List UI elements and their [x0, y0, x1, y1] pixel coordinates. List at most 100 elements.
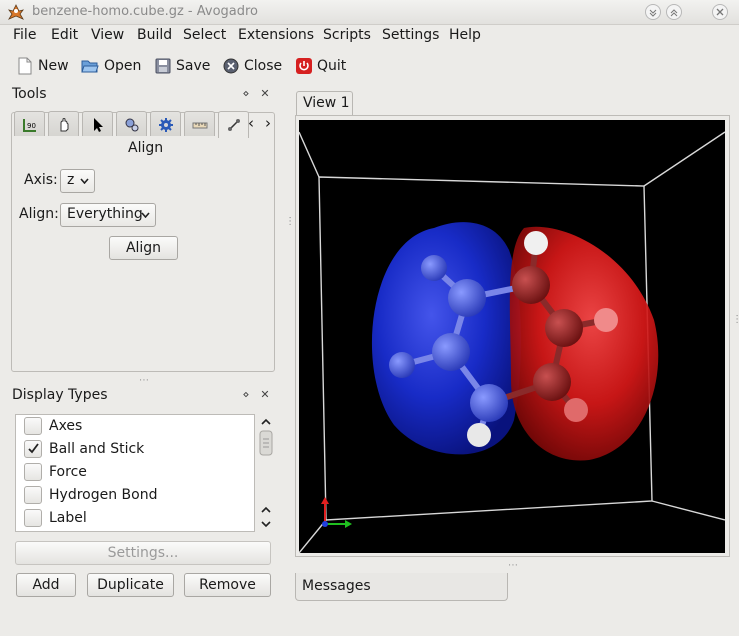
new-button[interactable]: New: [17, 54, 69, 78]
bond-centric-manipulate-icon: 90: [23, 119, 36, 132]
duplicate-button[interactable]: Duplicate: [87, 573, 174, 597]
display-dock-float-button[interactable]: ⋄: [240, 389, 252, 401]
list-item[interactable]: Axes: [24, 415, 82, 437]
menu-view[interactable]: View: [89, 27, 126, 43]
tab-bond-centric-manipulate[interactable]: 90: [14, 111, 45, 136]
axes-gizmo: [321, 497, 352, 528]
checkbox-force[interactable]: [24, 463, 42, 481]
svg-text:90: 90: [27, 122, 36, 130]
remove-button[interactable]: Remove: [184, 573, 271, 597]
close-label: Close: [244, 58, 283, 74]
ruler-icon: [192, 122, 208, 129]
title-bar: benzene-homo.cube.gz - Avogadro: [0, 0, 739, 25]
close-button[interactable]: Close: [223, 54, 282, 78]
menu-select[interactable]: Select: [181, 27, 228, 43]
display-types-dock-title: Display Types: [12, 387, 108, 403]
tab-messages[interactable]: Messages: [295, 573, 508, 601]
tab-auto-optimize[interactable]: [116, 111, 147, 136]
tab-scroll-left-icon[interactable]: ‹: [248, 114, 254, 132]
tab-navigate[interactable]: [82, 111, 113, 136]
axis-select[interactable]: z: [60, 169, 95, 193]
view-splitter[interactable]: ⋯: [284, 216, 295, 226]
menu-edit[interactable]: Edit: [49, 27, 80, 43]
list-item-label: Label: [49, 510, 87, 526]
chevron-down-icon: [141, 212, 150, 218]
manipulate-icon: [60, 118, 69, 132]
new-document-icon: [18, 57, 32, 75]
new-label: New: [38, 58, 69, 74]
dock-close-button[interactable]: ✕: [259, 88, 271, 100]
align-label: Align:: [19, 206, 59, 222]
minimize-button[interactable]: [645, 4, 661, 20]
list-item[interactable]: Force: [24, 461, 87, 483]
chevron-down-icon: [649, 9, 657, 17]
power-icon: [296, 58, 312, 74]
tab-align[interactable]: [218, 111, 249, 138]
chevron-up-icon: [670, 9, 678, 17]
open-button[interactable]: Open: [81, 54, 141, 78]
messages-tab-label: Messages: [302, 578, 371, 594]
save-label: Save: [176, 58, 211, 74]
menu-extensions[interactable]: Extensions: [236, 27, 316, 43]
align-select[interactable]: Everything: [60, 203, 156, 227]
view-tab-label: View 1: [303, 95, 350, 111]
checkbox-axes[interactable]: [24, 417, 42, 435]
open-label: Open: [104, 58, 142, 74]
list-item[interactable]: Ball and Stick: [24, 438, 144, 460]
checkbox-hydrogen-bond[interactable]: [24, 486, 42, 504]
dock-float-button[interactable]: ⋄: [240, 88, 252, 100]
menu-settings[interactable]: Settings: [380, 27, 441, 43]
settings-button[interactable]: Settings...: [15, 541, 271, 565]
menu-help[interactable]: Help: [447, 27, 483, 43]
close-window-button[interactable]: [712, 4, 728, 20]
close-icon: [716, 8, 724, 16]
right-splitter[interactable]: ⋯: [731, 314, 739, 324]
add-button[interactable]: Add: [16, 573, 76, 597]
dock-splitter[interactable]: ⋯: [139, 375, 149, 386]
avogadro-app-icon: [8, 4, 24, 20]
list-item-label: Force: [49, 464, 87, 480]
menu-bar: File Edit View Build Select Extensions S…: [0, 25, 739, 49]
align-select-value: Everything: [67, 206, 143, 222]
tools-dock-title: Tools: [12, 86, 47, 102]
save-icon: [155, 58, 171, 74]
molecule-render: [298, 131, 726, 554]
menu-build[interactable]: Build: [135, 27, 174, 43]
display-dock-close-button[interactable]: ✕: [259, 389, 271, 401]
list-item-label: Axes: [49, 418, 83, 434]
display-types-list: Axes Ball and Stick Force Hydrogen Bond …: [15, 414, 255, 532]
checkbox-ball-and-stick[interactable]: [24, 440, 42, 458]
menu-file[interactable]: File: [11, 27, 38, 43]
navigate-icon: [94, 118, 103, 132]
active-tool-title: Align: [128, 140, 164, 156]
checkbox-label[interactable]: [24, 509, 42, 527]
checkmark-icon: [28, 443, 39, 454]
align-icon: [228, 119, 240, 131]
tab-view-1[interactable]: View 1: [296, 91, 353, 116]
open-folder-icon: [81, 60, 99, 73]
display-types-scrollbar[interactable]: [257, 414, 275, 532]
gear-icon: [159, 118, 173, 132]
list-item-label: Hydrogen Bond: [49, 487, 158, 503]
menu-scripts[interactable]: Scripts: [321, 27, 373, 43]
maximize-button[interactable]: [666, 4, 682, 20]
chevron-down-icon: [80, 178, 89, 184]
messages-splitter[interactable]: ⋯: [508, 560, 518, 571]
quit-label: Quit: [317, 58, 347, 74]
main-toolbar: New Open Save Close Quit: [0, 52, 739, 80]
align-button[interactable]: Align: [109, 236, 178, 260]
tab-manipulate[interactable]: [48, 111, 79, 136]
list-item-label: Ball and Stick: [49, 441, 145, 457]
auto-optimize-icon: [125, 118, 139, 132]
window-title: benzene-homo.cube.gz - Avogadro: [32, 4, 259, 19]
save-button[interactable]: Save: [155, 54, 210, 78]
list-item[interactable]: Label: [24, 507, 87, 529]
scrollbar-graphic: [259, 418, 273, 528]
tab-scroll-right-icon[interactable]: ›: [265, 114, 271, 132]
tab-measure[interactable]: [184, 111, 215, 136]
quit-button[interactable]: Quit: [296, 54, 346, 78]
tab-settings[interactable]: [150, 111, 181, 136]
molecule-3d-view[interactable]: [298, 120, 726, 554]
list-item[interactable]: Hydrogen Bond: [24, 484, 157, 506]
axis-label: Axis:: [24, 172, 58, 188]
